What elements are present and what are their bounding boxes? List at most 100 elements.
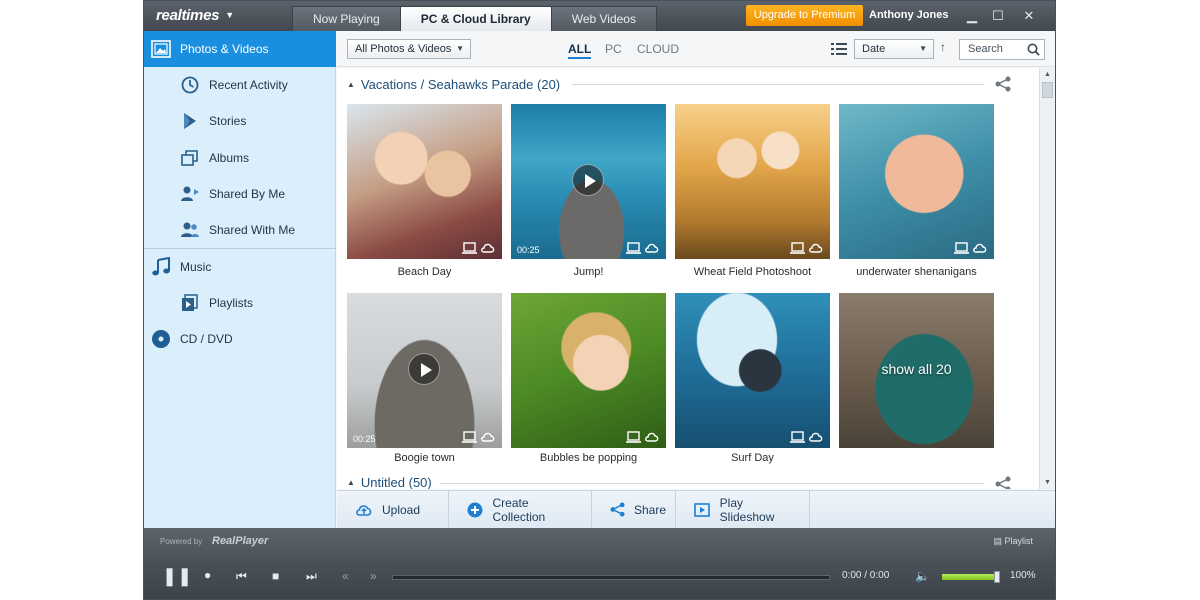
seek-bar[interactable] (392, 575, 830, 580)
group-share-button[interactable] (995, 476, 1011, 489)
library-content: ▲ Vacations / Seahawks Parade (20) Beach … (337, 68, 1039, 489)
sort-value: Date (862, 43, 886, 55)
share-button[interactable]: Share (592, 491, 676, 528)
minimize-button[interactable]: ▁ (963, 7, 981, 25)
record-button[interactable]: ● (204, 568, 211, 582)
sidebar-item-shared-by-me[interactable]: Shared By Me (144, 176, 336, 212)
skip-forward-icon: ⏭ (306, 569, 317, 583)
photos-videos-icon (150, 38, 172, 60)
playlist-toggle-button[interactable]: ▤ Playlist (993, 536, 1033, 547)
sidebar-item-label: Shared By Me (209, 187, 286, 201)
sidebar-item-albums[interactable]: Albums (144, 140, 336, 176)
rewind-button[interactable]: « (342, 569, 349, 583)
create-collection-label: Create Collection (492, 495, 546, 524)
search-input[interactable]: Search (959, 39, 1045, 60)
chevron-down-icon: ▼ (456, 44, 464, 53)
thumbnail-badges (626, 431, 660, 443)
main-tabs: Now Playing PC & Cloud Library Web Video… (292, 6, 657, 31)
sidebar-item-recent-activity[interactable]: Recent Activity (144, 67, 336, 103)
cloud-icon (809, 243, 823, 253)
play-slideshow-button[interactable]: Play Slideshow (676, 491, 810, 528)
play-overlay-icon[interactable] (572, 164, 604, 196)
sidebar-item-stories[interactable]: Stories (144, 103, 336, 139)
sidebar-item-playlists[interactable]: Playlists (144, 285, 336, 321)
arrow-up-icon: ↑ (940, 40, 946, 54)
sidebar-item-label: Photos & Videos (180, 42, 269, 56)
next-button[interactable]: ⏭ (306, 569, 317, 584)
group-header[interactable]: ▲ Vacations / Seahawks Parade (20) (347, 77, 560, 92)
volume-knob[interactable] (994, 571, 1001, 583)
previous-button[interactable]: ⏮ (236, 569, 247, 584)
stop-button[interactable]: ■ (272, 569, 279, 583)
list-view-icon (831, 43, 847, 55)
scroll-down-icon[interactable]: ▼ (1040, 479, 1055, 486)
media-caption: Wheat Field Photoshoot (693, 266, 812, 278)
create-collection-button[interactable]: Create Collection (449, 491, 592, 528)
tab-now-playing[interactable]: Now Playing (292, 6, 401, 31)
upgrade-premium-button[interactable]: Upgrade to Premium (746, 5, 863, 26)
sidebar-item-music[interactable]: Music (144, 249, 336, 285)
pc-icon (462, 242, 477, 254)
tab-web-videos[interactable]: Web Videos (550, 6, 657, 31)
group-header[interactable]: ▲ Untitled (50) (347, 475, 432, 489)
filter-pc[interactable]: PC (605, 42, 622, 56)
play-overlay-icon[interactable] (408, 353, 440, 385)
playlist-icon (179, 292, 201, 314)
scrollbar-thumb[interactable] (1042, 82, 1053, 98)
user-name[interactable]: Anthony Jones (869, 9, 948, 21)
pc-icon (954, 242, 969, 254)
show-all-label: show all 20 (881, 361, 952, 377)
filter-all[interactable]: ALL (568, 42, 592, 59)
rewind-icon: « (342, 569, 349, 583)
title-bar: realtimes ▼ Now Playing PC & Cloud Librar… (144, 1, 1055, 31)
collapse-triangle-icon: ▲ (347, 80, 355, 89)
scroll-up-icon[interactable]: ▲ (1040, 71, 1055, 78)
realplayer-logo: RealPlayer (212, 535, 269, 547)
sort-dropdown[interactable]: Date ▼ (854, 39, 934, 59)
fast-forward-button[interactable]: » (370, 569, 377, 583)
video-duration: 00:25 (517, 245, 540, 255)
library-toolbar: All Photos & Videos ▼ ALL PC CLOUD Date … (337, 31, 1055, 67)
show-all-tile[interactable]: show all 20 (839, 293, 994, 448)
volume-slider[interactable] (942, 571, 1001, 583)
clock-icon (179, 74, 201, 96)
app-logo: realtimes (156, 7, 220, 24)
volume-fill (942, 574, 998, 580)
list-view-button[interactable] (831, 42, 847, 61)
media-thumbnail-wheat-field[interactable] (675, 104, 830, 259)
sidebar-item-label: Recent Activity (209, 78, 288, 92)
media-thumbnail-surf-day[interactable] (675, 293, 830, 448)
media-thumbnail-bubbles[interactable] (511, 293, 666, 448)
thumbnail-badges (626, 242, 660, 254)
close-button[interactable]: ✕ (1020, 7, 1038, 25)
app-menu-button[interactable]: realtimes ▼ (156, 7, 234, 24)
collapse-triangle-icon: ▲ (347, 478, 355, 487)
sidebar-item-label: CD / DVD (180, 332, 233, 346)
users-share-icon (179, 183, 201, 205)
cloud-icon (973, 243, 987, 253)
albums-icon (179, 147, 201, 169)
media-thumbnail-boogie-town[interactable]: 00:25 (347, 293, 502, 448)
filter-cloud[interactable]: CLOUD (637, 42, 679, 56)
pause-button[interactable]: ❚❚ (162, 566, 192, 587)
slideshow-icon (694, 502, 711, 517)
media-thumbnail-underwater[interactable] (839, 104, 994, 259)
media-thumbnail-jump[interactable]: 00:25 (511, 104, 666, 259)
tab-pc-cloud-library[interactable]: PC & Cloud Library (399, 6, 552, 31)
media-thumbnail-beach-day[interactable] (347, 104, 502, 259)
sidebar-item-cd-dvd[interactable]: CD / DVD (144, 321, 336, 357)
media-caption: underwater shenanigans (856, 266, 977, 278)
playlist-label: Playlist (1004, 536, 1033, 546)
content-scrollbar[interactable]: ▲ ▼ (1039, 68, 1055, 489)
upload-button[interactable]: Upload (337, 491, 449, 528)
sidebar-item-photos-videos[interactable]: Photos & Videos (144, 31, 336, 67)
mute-button[interactable]: 🔈 (915, 569, 930, 583)
stop-icon: ■ (272, 569, 280, 583)
sidebar-item-shared-with-me[interactable]: Shared With Me (144, 212, 336, 248)
group-share-button[interactable] (995, 76, 1011, 97)
video-duration: 00:25 (353, 434, 376, 444)
view-filter-dropdown[interactable]: All Photos & Videos ▼ (347, 39, 471, 59)
sort-direction-button[interactable]: ↑ (940, 40, 946, 54)
sidebar-item-label: Stories (209, 114, 247, 128)
maximize-button[interactable]: ☐ (989, 7, 1007, 25)
